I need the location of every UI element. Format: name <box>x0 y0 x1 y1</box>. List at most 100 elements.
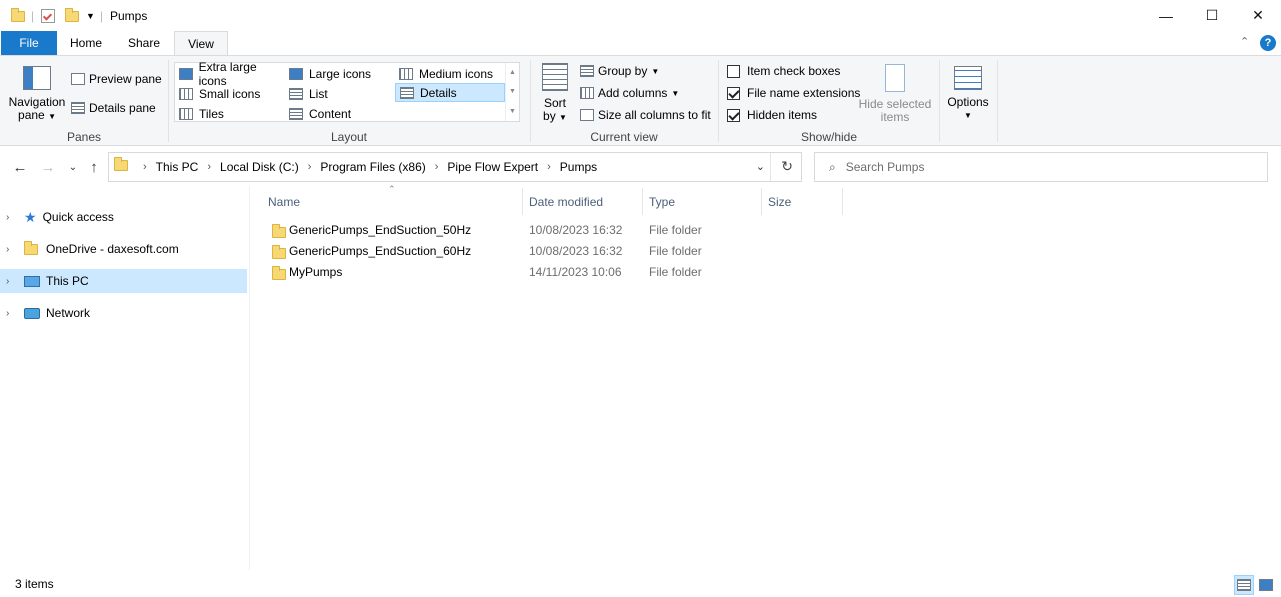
nav-item-onedrive[interactable]: › OneDrive - daxesoft.com <box>0 237 247 261</box>
breadcrumb-separator[interactable]: › <box>547 161 551 173</box>
column-header-size[interactable]: Size <box>762 188 843 215</box>
add-columns-button[interactable]: Add columns ▼ <box>580 86 679 100</box>
hide-selected-label2: items <box>880 110 910 124</box>
table-row[interactable]: GenericPumps_EndSuction_50Hz 10/08/2023 … <box>262 220 842 241</box>
file-name-extensions-toggle[interactable]: File name extensions <box>727 86 860 100</box>
tab-home[interactable]: Home <box>59 31 113 55</box>
pane-splitter[interactable] <box>249 186 250 570</box>
group-divider <box>168 60 169 142</box>
ribbon-tabs: File Home Share View ⌃ ? <box>0 31 1281 56</box>
breadcrumb-item[interactable]: Program Files (x86) <box>320 160 425 174</box>
file-type: File folder <box>649 223 702 237</box>
group-by-button[interactable]: Group by ▼ <box>580 64 659 78</box>
chevron-down-icon: ▼ <box>671 88 680 98</box>
forward-button[interactable]: → <box>38 157 58 177</box>
tab-share[interactable]: Share <box>118 31 170 55</box>
file-name-extensions-checkbox[interactable] <box>727 86 740 100</box>
maximize-button[interactable]: ☐ <box>1189 0 1235 31</box>
minimize-button[interactable]: — <box>1143 0 1189 31</box>
nav-item-label: Quick access <box>42 210 114 224</box>
folder-icon <box>272 266 286 287</box>
refresh-icon[interactable]: ↻ <box>781 158 793 175</box>
preview-pane-button[interactable]: Preview pane <box>71 72 162 86</box>
size-all-columns-button[interactable]: Size all columns to fit <box>580 108 711 122</box>
table-row[interactable]: GenericPumps_EndSuction_60Hz 10/08/2023 … <box>262 241 842 262</box>
navigation-pane-button[interactable]: Navigation pane ▼ <box>6 66 68 123</box>
hidden-items-label: Hidden items <box>747 108 818 122</box>
preview-pane-label: Preview pane <box>89 72 162 86</box>
options-icon <box>954 66 982 90</box>
hide-selected-items-button[interactable]: Hide selected items <box>857 64 933 124</box>
breadcrumb-item[interactable]: Pipe Flow Expert <box>447 160 538 174</box>
item-check-boxes-checkbox[interactable] <box>727 64 740 78</box>
star-icon: ★ <box>24 208 37 225</box>
navigation-pane-label2: pane <box>18 108 45 122</box>
hidden-items-toggle[interactable]: Hidden items <box>727 108 817 122</box>
item-check-boxes-toggle[interactable]: Item check boxes <box>727 64 840 78</box>
properties-icon[interactable] <box>41 6 55 26</box>
tab-view[interactable]: View <box>174 31 228 56</box>
folder-icon <box>11 6 25 26</box>
large-icons-view-icon <box>1259 579 1273 591</box>
chevron-down-icon: ▼ <box>559 113 567 122</box>
group-divider <box>997 60 998 142</box>
close-button[interactable]: ✕ <box>1235 0 1281 31</box>
divider <box>770 153 771 181</box>
options-button[interactable]: Options ▼ <box>942 66 994 122</box>
chevron-right-icon[interactable]: › <box>6 212 16 223</box>
customize-toolbar-icon[interactable]: ▼ <box>86 6 95 26</box>
separator: | <box>31 9 35 23</box>
file-date: 10/08/2023 16:32 <box>529 244 623 258</box>
new-folder-icon[interactable] <box>65 6 79 26</box>
address-bar[interactable]: › This PC › Local Disk (C:) › Program Files … <box>108 152 802 182</box>
search-box[interactable]: ⌕ Search Pumps <box>814 152 1268 182</box>
chevron-right-icon[interactable]: › <box>6 244 16 255</box>
chevron-right-icon[interactable]: › <box>6 276 16 287</box>
large-icons-view-toggle[interactable] <box>1256 575 1276 595</box>
file-name: MyPumps <box>289 265 343 279</box>
options-label: Options <box>947 95 989 109</box>
group-divider <box>939 60 940 142</box>
sort-by-button[interactable]: Sort by ▼ <box>537 63 573 124</box>
hidden-items-checkbox[interactable] <box>727 108 740 122</box>
breadcrumb-item[interactable]: This PC <box>156 160 199 174</box>
chevron-right-icon[interactable]: › <box>6 308 16 319</box>
breadcrumb-separator[interactable]: › <box>207 161 211 173</box>
file-date: 10/08/2023 16:32 <box>529 223 623 237</box>
chevron-down-icon[interactable]: ⌄ <box>756 160 765 173</box>
help-icon[interactable]: ? <box>1260 35 1276 51</box>
recent-locations-button[interactable]: ⌄ <box>63 157 83 177</box>
search-input[interactable]: Search Pumps <box>846 160 925 174</box>
back-button[interactable]: ← <box>10 157 30 177</box>
nav-item-this-pc[interactable]: › This PC <box>0 269 247 293</box>
folder-icon <box>114 157 128 174</box>
table-row[interactable]: MyPumps 14/11/2023 10:06 File folder <box>262 262 842 283</box>
status-item-count: 3 items <box>15 577 54 591</box>
file-name: GenericPumps_EndSuction_60Hz <box>289 244 472 258</box>
column-header-date-modified[interactable]: Date modified <box>523 188 643 215</box>
nav-item-quick-access[interactable]: › ★ Quick access <box>0 205 247 229</box>
panes-group: Navigation pane ▼ Preview pane Details p… <box>0 56 168 146</box>
nav-item-network[interactable]: › Network <box>0 301 247 325</box>
breadcrumb-item[interactable]: Pumps <box>560 160 597 174</box>
add-columns-label: Add columns <box>598 86 668 100</box>
sort-icon <box>542 63 568 91</box>
column-header-name[interactable]: Name <box>262 188 523 215</box>
up-button[interactable]: ↑ <box>84 157 104 177</box>
tab-file[interactable]: File <box>1 31 57 55</box>
minimize-ribbon-icon[interactable]: ⌃ <box>1240 35 1249 48</box>
details-pane-button[interactable]: Details pane <box>71 101 156 115</box>
chevron-down-icon: ▼ <box>964 111 972 120</box>
breadcrumb-separator[interactable]: › <box>308 161 312 173</box>
title-bar: | ▼ | Pumps — ☐ ✕ <box>0 0 1281 31</box>
breadcrumb-item[interactable]: Local Disk (C:) <box>220 160 299 174</box>
computer-icon <box>24 275 40 287</box>
column-header-type[interactable]: Type <box>643 188 762 215</box>
details-pane-label: Details pane <box>89 101 156 115</box>
breadcrumb-separator[interactable]: › <box>143 161 147 173</box>
size-all-columns-label: Size all columns to fit <box>598 108 711 122</box>
breadcrumb-separator[interactable]: › <box>435 161 439 173</box>
separator: | <box>100 9 104 23</box>
details-view-toggle[interactable] <box>1234 575 1254 595</box>
ribbon: Navigation pane ▼ Preview pane Details p… <box>0 55 1281 146</box>
